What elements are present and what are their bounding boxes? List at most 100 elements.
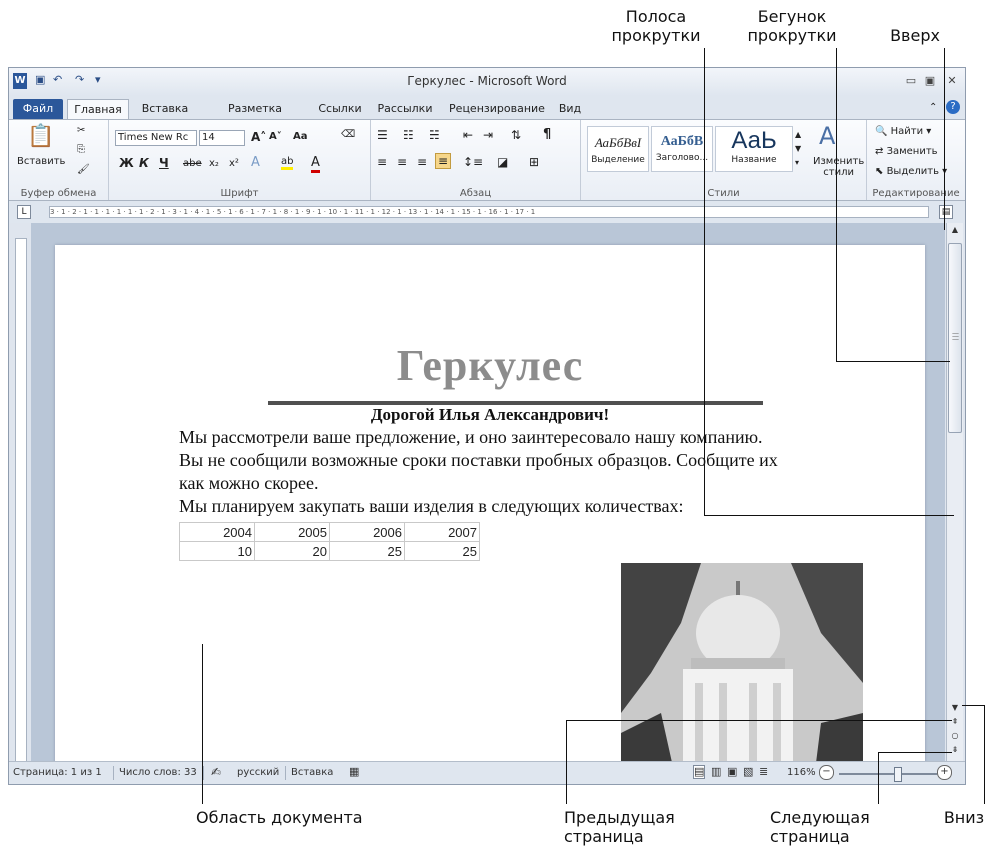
macro-icon[interactable]: ▦ — [349, 765, 359, 778]
view-draft-icon[interactable]: ≣ — [759, 765, 768, 778]
leader-line-prev-page-h — [566, 720, 952, 721]
tab-file[interactable]: Файл — [13, 99, 63, 119]
bold-icon[interactable]: Ж — [119, 156, 134, 170]
font-size-field[interactable]: 14 — [199, 130, 245, 146]
horizontal-ruler: L 3 · 1 · 2 · 1 · 1 · 1 · 1 · 1 · 1 · 2 … — [9, 201, 965, 223]
view-outline-icon[interactable]: ▧ — [743, 765, 753, 778]
status-page[interactable]: Страница: 1 из 1 — [13, 767, 102, 778]
multilevel-list-icon[interactable]: ☵ — [429, 128, 440, 142]
align-right-icon[interactable]: ≡ — [417, 155, 427, 169]
font-color-icon[interactable]: A — [311, 155, 320, 173]
next-page-icon[interactable]: ⇟ — [947, 743, 963, 757]
text-effects-icon[interactable]: A — [251, 155, 260, 170]
sort-icon[interactable]: ⇅ — [511, 128, 521, 142]
tab-insert[interactable]: Вставка — [135, 99, 195, 119]
change-styles-icon[interactable]: A — [819, 122, 835, 150]
change-styles-button[interactable]: Изменить стили — [813, 156, 864, 178]
document-heading: Геркулес — [396, 341, 584, 390]
ribbon-tabs: Файл Главная Вставка Разметка страницы С… — [9, 96, 965, 135]
tab-view[interactable]: Вид — [555, 99, 585, 119]
rotunda-photo[interactable] — [621, 563, 863, 761]
table-cell: 20 — [254, 541, 330, 561]
vertical-ruler[interactable] — [15, 238, 27, 762]
highlight-icon[interactable]: ab — [281, 156, 294, 170]
style-emphasis[interactable]: АаБбВвI Выделение — [587, 126, 649, 172]
change-case-button[interactable]: Aa — [293, 131, 308, 142]
scroll-up-icon[interactable]: ▲ — [947, 223, 963, 237]
tab-references[interactable]: Ссылки — [313, 99, 367, 119]
zoom-slider-thumb[interactable] — [894, 767, 902, 782]
tab-review[interactable]: Рецензирование — [443, 99, 551, 119]
shrink-font-icon[interactable]: A˅ — [269, 131, 282, 142]
status-language[interactable]: русский — [237, 767, 279, 778]
spelling-icon[interactable]: ✍ — [211, 765, 221, 779]
style-title[interactable]: АаЬ Название — [715, 126, 793, 172]
paste-icon[interactable]: 📋 — [27, 124, 54, 149]
decrease-indent-icon[interactable]: ⇤ — [463, 128, 473, 142]
borders-icon[interactable]: ⊞ — [529, 155, 539, 169]
status-mode[interactable]: Вставка — [291, 767, 333, 778]
superscript-icon[interactable]: x² — [229, 158, 239, 169]
increase-indent-icon[interactable]: ⇥ — [483, 128, 493, 142]
callout-scrollbar-line2: прокрутки — [611, 26, 701, 45]
scroll-down-icon[interactable]: ▼ — [947, 701, 963, 715]
previous-page-icon[interactable]: ⇞ — [947, 715, 963, 729]
status-zoom[interactable]: 116% — [787, 767, 816, 778]
zoom-in-icon[interactable]: + — [937, 765, 952, 780]
ruler-scale[interactable]: 3 · 1 · 2 · 1 · 1 · 1 · 1 · 1 · 1 · 2 · … — [49, 206, 929, 218]
minimize-icon[interactable]: ▭ — [904, 74, 918, 88]
strikethrough-icon[interactable]: abe — [183, 158, 202, 169]
clear-format-icon[interactable]: ⌫ — [341, 129, 355, 140]
copy-icon[interactable]: ⎘ — [77, 144, 85, 155]
style-title-name: Название — [731, 155, 777, 165]
group-label-font: Шрифт — [220, 188, 259, 199]
select-label: Выделить — [886, 166, 939, 177]
browse-object-icon[interactable]: ○ — [947, 729, 963, 743]
zoom-slider[interactable] — [839, 767, 937, 782]
shading-icon[interactable]: ◪ — [497, 155, 508, 169]
ruler-toggle-icon[interactable]: ▤ — [939, 205, 953, 219]
justify-icon[interactable]: ≡ — [435, 153, 452, 169]
show-marks-icon[interactable]: ¶ — [543, 127, 551, 142]
status-separator — [203, 766, 204, 780]
format-painter-icon[interactable]: 🖌 — [77, 164, 90, 175]
align-center-icon[interactable]: ≡ — [397, 155, 407, 169]
subscript-icon[interactable]: x₂ — [209, 158, 219, 169]
numbering-icon[interactable]: ☷ — [403, 128, 414, 142]
minimize-ribbon-icon[interactable]: ⌃ — [929, 102, 937, 113]
close-icon[interactable]: ✕ — [945, 74, 959, 88]
tab-home[interactable]: Главная — [67, 99, 129, 119]
line-spacing-icon[interactable]: ↕≡ — [463, 155, 483, 169]
document-page[interactable]: Геркулес Дорогой Илья Александрович! Мы … — [55, 245, 925, 761]
callout-scrollbar: Полоса прокрутки — [608, 7, 704, 45]
cut-icon[interactable]: ✂ — [77, 125, 85, 136]
document-area[interactable]: Геркулес Дорогой Илья Александрович! Мы … — [31, 223, 945, 761]
status-words[interactable]: Число слов: 33 — [119, 767, 197, 778]
bullets-icon[interactable]: ☰ — [377, 128, 388, 142]
group-label-clipboard: Буфер обмена — [20, 188, 97, 199]
replace-button[interactable]: ⇄ Заменить — [875, 146, 938, 157]
select-button[interactable]: ⬉ Выделить ▾ — [875, 166, 947, 177]
underline-icon[interactable]: Ч — [159, 156, 169, 170]
italic-icon[interactable]: К — [139, 156, 149, 170]
view-print-layout-icon[interactable]: ▤ — [693, 765, 706, 779]
grow-font-icon[interactable]: A˄ — [251, 130, 266, 144]
align-left-icon[interactable]: ≡ — [377, 155, 387, 169]
view-web-icon[interactable]: ▣ — [727, 765, 737, 778]
tab-page-layout[interactable]: Разметка страницы — [199, 99, 311, 135]
tab-selector[interactable]: L — [17, 205, 31, 219]
callout-next-page: Следующая страница — [770, 808, 890, 846]
table-cell: 25 — [329, 541, 405, 561]
style-emphasis-sample: АаБбВвI — [594, 135, 642, 150]
tab-mailings[interactable]: Рассылки — [371, 99, 439, 119]
paste-button[interactable]: Вставить — [17, 156, 65, 167]
zoom-out-icon[interactable]: − — [819, 765, 834, 780]
styles-scroll-icon[interactable]: ▲ ▼ ▾ — [795, 128, 801, 170]
find-button[interactable]: 🔍 Найти ▾ — [875, 126, 931, 137]
scroll-thumb[interactable]: — — — — [948, 243, 962, 433]
font-name-field[interactable]: Times New Rc — [115, 130, 197, 146]
help-icon[interactable]: ? — [946, 100, 960, 114]
maximize-icon[interactable]: ▣ — [923, 74, 937, 88]
view-reading-icon[interactable]: ▥ — [711, 765, 721, 778]
vertical-scrollbar[interactable]: ▲ — — — ▼ ⇞ ○ ⇟ — [946, 223, 963, 761]
